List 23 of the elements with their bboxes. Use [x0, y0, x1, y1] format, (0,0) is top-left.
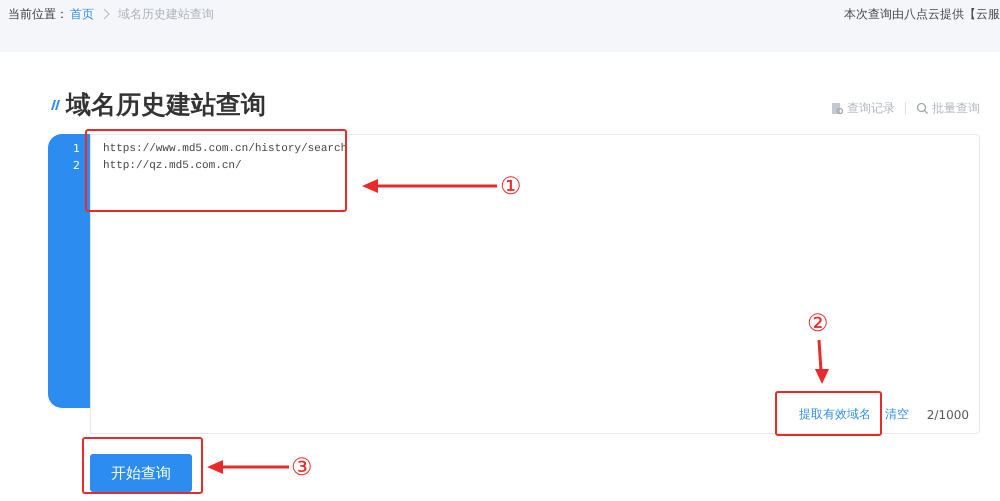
clear-link[interactable]: 清空 — [884, 406, 909, 423]
provider-note: 本次查询由八点云提供【云服 — [844, 6, 1000, 22]
quote-mark-icon — [48, 99, 60, 111]
header-link[interactable]: 批量查询 — [932, 100, 980, 116]
breadcrumb-label: 当前位置： — [8, 6, 68, 22]
header-link[interactable]: 查询记录 — [847, 100, 895, 116]
line-counter: 2/1000 — [926, 408, 969, 422]
breadcrumb-link[interactable]: 首页 — [70, 6, 94, 22]
url-line: http://qz.md5.com.cn/ — [103, 159, 243, 174]
line-number: 1 — [72, 141, 81, 157]
url-line: https://www.md5.com.cn/history/search — [103, 142, 348, 157]
start-query-button[interactable]: 开始查询 — [90, 454, 192, 492]
breadcrumb-current: 域名历史建站查询 — [118, 6, 214, 22]
document-icon — [831, 102, 843, 114]
search-icon — [916, 102, 928, 114]
page-title: 域名历史建站查询 — [66, 89, 266, 121]
line-number: 2 — [72, 158, 81, 174]
annotation-number: ① — [500, 172, 522, 200]
annotation-arrow — [815, 340, 829, 384]
chevron-icon — [102, 8, 110, 20]
annotation-number: ② — [807, 309, 829, 337]
extract-domains-link[interactable]: 提取有效域名 — [798, 406, 871, 423]
annotation-number: ③ — [291, 453, 313, 481]
